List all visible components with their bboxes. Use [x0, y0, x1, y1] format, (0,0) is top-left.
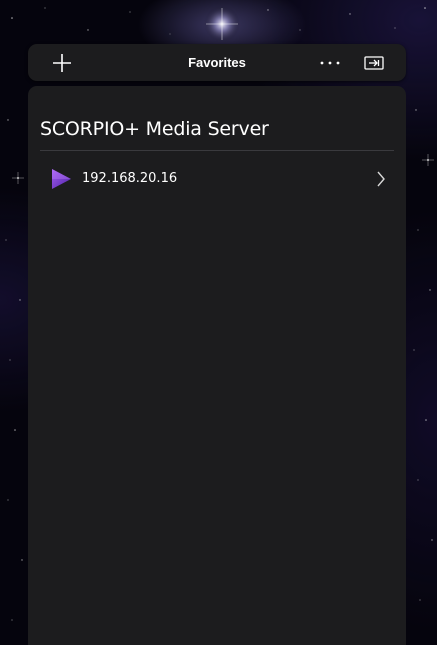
page-title: Favorites [188, 55, 246, 70]
server-name: SCORPIO+ Media Server [40, 118, 269, 140]
cast-button[interactable] [356, 44, 392, 81]
chevron-right-icon [377, 171, 385, 187]
add-favorite-button[interactable] [44, 44, 80, 81]
more-horizontal-icon [320, 61, 340, 64]
list-item-server-address[interactable]: 192.168.20.16 [40, 164, 394, 194]
favorites-panel: SCORPIO+ Media Server 192.168.20.16 [28, 86, 406, 645]
cast-to-device-icon [364, 55, 384, 70]
top-toolbar: Favorites [28, 44, 406, 81]
list-item-label: 192.168.20.16 [82, 171, 178, 186]
plus-icon [53, 53, 71, 72]
divider [40, 150, 394, 151]
play-icon [52, 169, 71, 189]
more-options-button[interactable] [312, 44, 348, 81]
